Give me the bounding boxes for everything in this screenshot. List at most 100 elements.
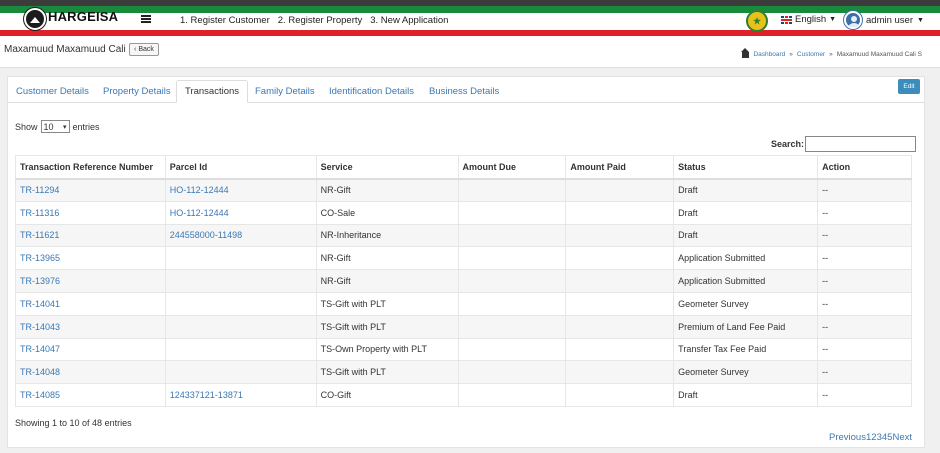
column-header[interactable]: Amount Due [457,155,567,180]
parcel-link[interactable]: 124337121-13871 [170,390,243,400]
parcel-id-cell: HO-112-12444 [164,200,317,225]
status-cell: Transfer Tax Fee Paid [673,337,819,362]
pager-previous[interactable]: Previous [829,432,866,443]
table-row: TR-14048 TS-Gift with PLT Geometer Survey -… [15,360,912,385]
transaction-ref-cell: TR-11316 [15,200,166,225]
table-row: TR-14085 124337121-13871 CO-Gift Draft -- [15,383,912,407]
pager-next[interactable]: Next [892,432,912,443]
avatar [844,11,862,29]
transaction-link[interactable]: TR-14048 [20,367,60,377]
parcel-link[interactable]: HO-112-12444 [170,208,229,218]
service-cell: NR-Gift [315,178,459,202]
table-info: Showing 1 to 10 of 48 entries [15,418,132,428]
entries-select[interactable]: 10 ▾ [40,120,70,133]
status-cell: Draft [673,383,819,407]
parcel-link[interactable]: HO-112-12444 [170,185,229,195]
site-logo[interactable]: HARGEISA LOCAL GOVERNMENT [24,8,118,30]
column-header[interactable]: Parcel Id [164,155,317,180]
tab-customer-details[interactable]: Customer Details [8,80,97,103]
breadcrumb-separator: » [789,51,793,58]
table-row: TR-11294 HO-112-12444 NR-Gift Draft -- [15,178,912,202]
parcel-id-cell: HO-112-12444 [164,178,317,202]
action-cell: -- [817,314,912,339]
search-control: Search: [771,136,917,152]
amount-paid-cell [565,337,675,362]
service-cell: CO-Sale [315,200,459,225]
pagination: Previous 1 2 3 4 5 Next [829,432,912,443]
transaction-ref-cell: TR-14048 [15,360,166,385]
logo-name: HARGEISA [48,8,119,24]
table-row: TR-11621 244558000-11498 NR-Inheritance Dra… [15,223,912,248]
transaction-link[interactable]: TR-11294 [20,185,59,195]
column-header[interactable]: Service [315,155,459,180]
user-name: admin user [866,14,913,26]
amount-paid-cell [565,200,675,225]
page-header: Maxamuud Maxamuud Cali S ‹ Back Dashboar… [0,36,940,68]
nav-new-application[interactable]: 3. New Application [370,15,448,26]
breadcrumb-dashboard[interactable]: Dashboard [753,51,785,58]
service-cell: NR-Gift [315,246,459,271]
transaction-ref-cell: TR-11294 [15,178,166,202]
amount-paid-cell [565,178,675,202]
search-input[interactable] [805,136,917,152]
amount-due-cell [457,291,567,316]
transaction-link[interactable]: TR-14085 [20,390,60,400]
parcel-id-cell [164,314,317,339]
service-cell: TS-Gift with PLT [315,314,459,339]
transaction-link[interactable]: TR-14041 [20,299,60,309]
column-header[interactable]: Amount Paid [565,155,675,180]
home-icon [741,48,750,58]
amount-paid-cell [565,246,675,271]
column-header[interactable]: Status [673,155,819,180]
table-header-row: Transaction Reference Number Parcel Id S… [15,155,912,180]
tab-property-details[interactable]: Property Details [95,80,179,103]
action-cell: -- [817,269,912,293]
amount-due-cell [457,269,567,293]
tab-family-details[interactable]: Family Details [247,80,323,103]
transaction-link[interactable]: TR-11316 [20,208,59,218]
tab-identification-details[interactable]: Identification Details [321,80,422,103]
service-cell: NR-Inheritance [315,223,459,248]
logo-subtitle: LOCAL GOVERNMENT [48,22,107,29]
back-arrow-icon: ‹ [134,46,137,53]
status-cell: Draft [673,223,819,248]
nav-register-customer[interactable]: 1. Register Customer [180,15,270,26]
action-cell: -- [817,200,912,225]
amount-due-cell [457,200,567,225]
tab-business-details[interactable]: Business Details [421,80,507,103]
back-button[interactable]: ‹ Back [129,43,159,56]
breadcrumb-customer[interactable]: Customer [797,51,825,58]
parcel-link[interactable]: 244558000-11498 [170,230,242,240]
action-cell: -- [817,178,912,202]
table-row: TR-13965 NR-Gift Application Submitted -- [15,246,912,271]
tab-transactions[interactable]: Transactions [176,80,249,103]
transaction-link[interactable]: TR-13976 [20,276,60,286]
action-cell: -- [817,360,912,385]
amount-due-cell [457,178,567,202]
parcel-id-cell [164,337,317,362]
language-selector[interactable]: English ▼ [781,14,836,25]
nav-register-property[interactable]: 2. Register Property [278,15,362,26]
transaction-link[interactable]: TR-13965 [20,253,60,263]
column-header[interactable]: Action [817,155,912,180]
table-row: TR-14043 TS-Gift with PLT Premium of Land … [15,314,912,339]
edit-button[interactable]: Edit [898,79,920,94]
parcel-id-cell [164,291,317,316]
status-cell: Draft [673,178,819,202]
table-row: TR-14047 TS-Own Property with PLT Transfer… [15,337,912,362]
search-label: Search: [771,139,805,149]
transaction-link[interactable]: TR-14047 [20,344,60,354]
transaction-ref-cell: TR-14047 [15,337,166,362]
column-header[interactable]: Transaction Reference Number [15,155,166,180]
user-menu[interactable]: admin user ▼ [844,11,924,29]
menu-toggle-icon[interactable] [141,15,151,23]
top-navigation: 1. Register Customer 2. Register Propert… [180,15,448,26]
status-cell: Geometer Survey [673,360,819,385]
language-label: English [795,14,827,25]
amount-paid-cell [565,314,675,339]
status-cell: Application Submitted [673,246,819,271]
action-cell: -- [817,337,912,362]
transaction-link[interactable]: TR-14043 [20,322,60,332]
amount-due-cell [457,223,567,248]
transaction-link[interactable]: TR-11621 [20,230,59,240]
